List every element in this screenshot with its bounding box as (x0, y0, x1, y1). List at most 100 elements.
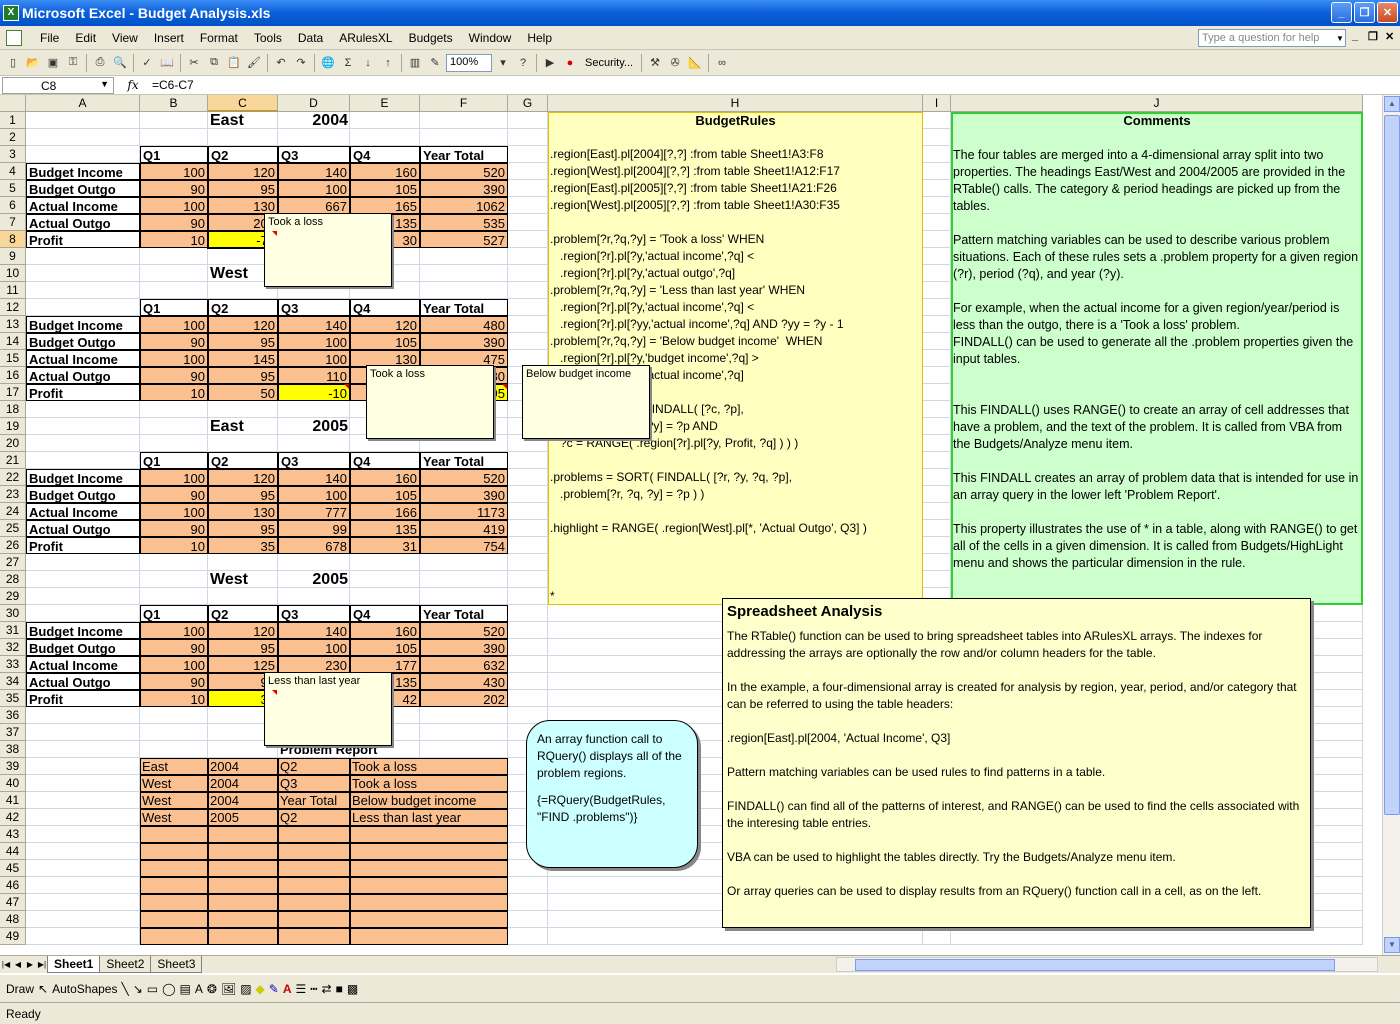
table-value-cell[interactable]: 100 (278, 180, 350, 197)
row-header-27[interactable]: 27 (0, 554, 26, 571)
tab-sheet3[interactable]: Sheet3 (150, 956, 203, 973)
zoom-dropdown-icon[interactable]: ▾ (494, 54, 512, 72)
report-cell[interactable] (278, 877, 350, 894)
print-icon[interactable]: ⎙ (91, 54, 109, 72)
save-icon[interactable]: ▣ (44, 54, 62, 72)
arulesxl-icon[interactable]: ∞ (713, 54, 731, 72)
table-value-cell[interactable]: 90 (140, 520, 208, 537)
table-value-cell[interactable]: 140 (278, 469, 350, 486)
tab-sheet2[interactable]: Sheet2 (99, 956, 152, 973)
research-icon[interactable]: 📖 (158, 54, 176, 72)
redo-icon[interactable]: ↷ (292, 54, 310, 72)
permission-icon[interactable]: ⚿ (64, 54, 82, 72)
column-header-a[interactable]: A (26, 95, 140, 112)
prev-sheet-icon[interactable]: ◀ (12, 960, 24, 969)
column-header-f[interactable]: F (420, 95, 508, 112)
doc-restore-button[interactable]: ❐ (1368, 30, 1378, 43)
rules-cell[interactable] (548, 452, 923, 469)
report-cell[interactable] (278, 928, 350, 945)
column-header-i[interactable]: I (923, 95, 951, 112)
doc-minimize-button[interactable]: _ (1352, 30, 1358, 42)
comments-cell[interactable] (951, 214, 1363, 231)
table-value-cell[interactable]: 1173 (420, 503, 508, 520)
help-search-input[interactable]: Type a question for help (1198, 29, 1346, 47)
table-value-cell[interactable]: 120 (350, 316, 420, 333)
report-cell[interactable] (350, 911, 508, 928)
comments-cell[interactable] (951, 384, 1363, 401)
row-header-16[interactable]: 16 (0, 367, 26, 384)
column-header-c[interactable]: C (208, 95, 278, 112)
row-header-46[interactable]: 46 (0, 877, 26, 894)
name-box-dropdown-icon[interactable]: ▼ (100, 79, 109, 89)
table-value-cell[interactable]: 100 (278, 639, 350, 656)
row-header-48[interactable]: 48 (0, 911, 26, 928)
report-cell[interactable] (350, 860, 508, 877)
row-header-36[interactable]: 36 (0, 707, 26, 724)
line-icon[interactable]: ╲ (121, 982, 128, 996)
row-header-3[interactable]: 3 (0, 146, 26, 163)
table-value-cell[interactable]: 777 (278, 503, 350, 520)
table-value-cell[interactable]: 125 (208, 656, 278, 673)
row-header-17[interactable]: 17 (0, 384, 26, 401)
vertical-scrollbar[interactable]: ▲ ▼ (1382, 95, 1400, 955)
table-value-cell[interactable]: 100 (140, 163, 208, 180)
report-cell[interactable] (208, 928, 278, 945)
spreadsheet-analysis-textbox[interactable]: Spreadsheet Analysis The RTable() functio… (722, 598, 1311, 928)
report-cell[interactable] (140, 826, 208, 843)
table-value-cell[interactable]: 120 (208, 316, 278, 333)
table-value-cell[interactable]: 90 (140, 180, 208, 197)
row-header-35[interactable]: 35 (0, 690, 26, 707)
report-cell[interactable] (350, 928, 508, 945)
arrow-style-icon[interactable]: ⇄ (322, 982, 332, 996)
table-value-cell[interactable]: 10 (140, 690, 208, 707)
table-value-cell[interactable]: 100 (278, 486, 350, 503)
table-value-cell[interactable]: 1062 (420, 197, 508, 214)
table-value-cell[interactable]: 160 (350, 163, 420, 180)
comments-cell[interactable] (951, 129, 1363, 146)
row-header-10[interactable]: 10 (0, 265, 26, 282)
row-header-6[interactable]: 6 (0, 197, 26, 214)
drawing-icon[interactable]: ✎ (426, 54, 444, 72)
column-header-j[interactable]: J (951, 95, 1363, 112)
worksheet-grid[interactable]: A B C D E F G H I J 1 2 3 4 5 6 7 8 9 10 11 12 13 14 15 16 17 18 19 2… (0, 95, 1382, 955)
open-icon[interactable]: 📂 (24, 54, 42, 72)
table-value-cell[interactable]: 390 (420, 486, 508, 503)
row-header-1[interactable]: 1 (0, 112, 26, 129)
report-cell[interactable] (208, 860, 278, 877)
row-header-41[interactable]: 41 (0, 792, 26, 809)
line-style-icon[interactable]: ☰ (296, 982, 307, 996)
table-value-cell[interactable]: 202 (420, 690, 508, 707)
textbox-icon[interactable]: ▤ (180, 982, 191, 996)
row-header-25[interactable]: 25 (0, 520, 26, 537)
table-value-cell[interactable]: 100 (140, 350, 208, 367)
hyperlink-icon[interactable]: 🌐 (319, 54, 337, 72)
workbook-icon[interactable] (6, 30, 22, 46)
report-cell[interactable] (350, 877, 508, 894)
table-value-cell[interactable]: 95 (208, 639, 278, 656)
table-value-cell[interactable]: 230 (278, 656, 350, 673)
rules-cell[interactable] (548, 571, 923, 588)
row-header-5[interactable]: 5 (0, 180, 26, 197)
took-a-loss-note-2[interactable]: Took a loss (366, 365, 494, 439)
column-header-e[interactable]: E (350, 95, 420, 112)
table-value-cell[interactable]: 95 (208, 333, 278, 350)
row-header-9[interactable]: 9 (0, 248, 26, 265)
column-header-g[interactable]: G (508, 95, 548, 112)
help-dropdown-icon[interactable]: ▼ (1336, 29, 1346, 47)
table-value-cell[interactable]: 419 (420, 520, 508, 537)
table-value-cell[interactable]: 160 (350, 469, 420, 486)
row-header-33[interactable]: 33 (0, 656, 26, 673)
table-value-cell[interactable]: 95 (208, 520, 278, 537)
report-cell[interactable] (278, 911, 350, 928)
row-header-47[interactable]: 47 (0, 894, 26, 911)
table-value-cell[interactable]: 667 (278, 197, 350, 214)
table-value-cell[interactable]: 100 (278, 350, 350, 367)
table-value-cell[interactable]: 100 (140, 503, 208, 520)
table-value-cell[interactable]: 105 (350, 333, 420, 350)
table-value-cell[interactable]: 130 (208, 197, 278, 214)
report-cell[interactable] (208, 911, 278, 928)
report-cell[interactable] (350, 843, 508, 860)
insert-function-icon[interactable]: fx (114, 78, 152, 92)
table-value-cell[interactable]: 140 (278, 622, 350, 639)
new-icon[interactable]: ▯ (4, 54, 22, 72)
